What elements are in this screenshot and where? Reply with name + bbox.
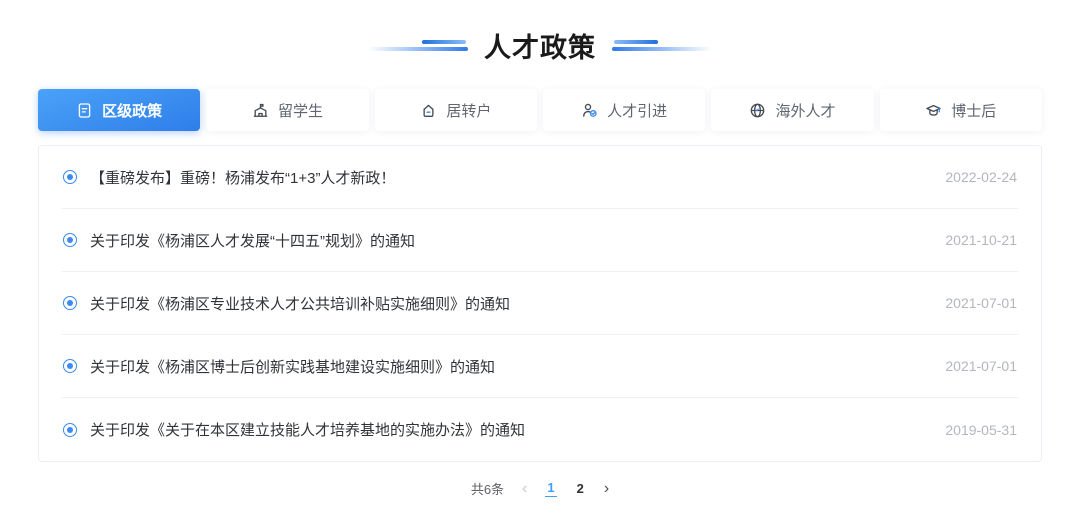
page-title: 人才政策 [484, 33, 596, 63]
policy-list-item[interactable]: 【重磅发布】重磅！杨浦发布“1+3”人才新政！ 2022-02-24 [61, 146, 1019, 209]
document-icon [78, 102, 91, 118]
tab-district-policy[interactable]: 区级政策 [38, 89, 201, 131]
tab-residence-transfer[interactable]: 居转户 [374, 89, 537, 131]
policy-title[interactable]: 关于印发《杨浦区专业技术人才公共培训补贴实施细则》的通知 [90, 293, 510, 314]
tab-international-students[interactable]: 留学生 [206, 89, 369, 131]
tab-talent-introduction[interactable]: 人才引进 [542, 89, 706, 131]
bullet-icon [63, 170, 77, 184]
pagination-total: 共6条 [470, 482, 505, 497]
policy-list-item[interactable]: 关于印发《杨浦区博士后创新实践基地建设实施细则》的通知 2021-07-01 [61, 335, 1019, 398]
house-icon [423, 104, 434, 117]
page-number-2[interactable]: 2 [575, 481, 586, 496]
prev-page-icon[interactable]: ‹ [522, 480, 527, 497]
tab-overseas-talent[interactable]: 海外人才 [711, 89, 874, 131]
title-decor-right [612, 40, 712, 51]
next-page-icon[interactable]: › [604, 480, 609, 497]
graduation-cap-icon [926, 104, 942, 116]
bullet-icon [63, 422, 77, 437]
tab-label: 海外人才 [775, 102, 836, 120]
tab-label: 留学生 [277, 102, 323, 120]
policy-date: 2022-02-24 [945, 169, 1017, 185]
bullet-icon [63, 359, 77, 373]
tab-label: 居转户 [446, 102, 492, 120]
policy-list-card: 【重磅发布】重磅！杨浦发布“1+3”人才新政！ 2022-02-24 关于印发《… [38, 145, 1042, 462]
policy-title[interactable]: 关于印发《杨浦区人才发展“十四五”规划》的通知 [90, 230, 415, 251]
policy-title[interactable]: 关于印发《关于在本区建立技能人才培养基地的实施办法》的通知 [90, 419, 525, 440]
tab-label: 人才引进 [607, 102, 668, 120]
policy-title[interactable]: 【重磅发布】重磅！杨浦发布“1+3”人才新政！ [90, 167, 395, 188]
policy-list-item[interactable]: 关于印发《杨浦区人才发展“十四五”规划》的通知 2021-10-21 [61, 209, 1019, 272]
policy-title[interactable]: 关于印发《杨浦区博士后创新实践基地建设实施细则》的通知 [90, 356, 495, 377]
bullet-icon [63, 296, 77, 310]
tab-label: 区级政策 [102, 102, 163, 120]
person-check-icon [583, 103, 597, 117]
policy-list-item[interactable]: 关于印发《关于在本区建立技能人才培养基地的实施办法》的通知 2019-05-31 [61, 398, 1019, 461]
policy-date: 2021-10-21 [945, 232, 1017, 248]
bullet-icon [63, 233, 77, 247]
pagination: 共6条 ‹ 1 2 › [0, 479, 1080, 498]
policy-list-item[interactable]: 关于印发《杨浦区专业技术人才公共培训补贴实施细则》的通知 2021-07-01 [61, 272, 1019, 335]
policy-date: 2019-05-31 [945, 421, 1017, 438]
tab-label: 博士后 [951, 102, 997, 120]
globe-plane-icon [751, 103, 765, 117]
tab-postdoc[interactable]: 博士后 [879, 89, 1042, 131]
title-decor-left [368, 40, 468, 51]
page-number-1[interactable]: 1 [545, 480, 557, 497]
policy-date: 2021-07-01 [945, 295, 1017, 311]
policy-tab-bar: 区级政策 留学生 居转户 人才引进 海外人才 博士后 [38, 89, 1042, 131]
section-header: 人才政策 [0, 0, 1080, 65]
school-icon [253, 103, 268, 117]
policy-date: 2021-07-01 [945, 358, 1017, 374]
